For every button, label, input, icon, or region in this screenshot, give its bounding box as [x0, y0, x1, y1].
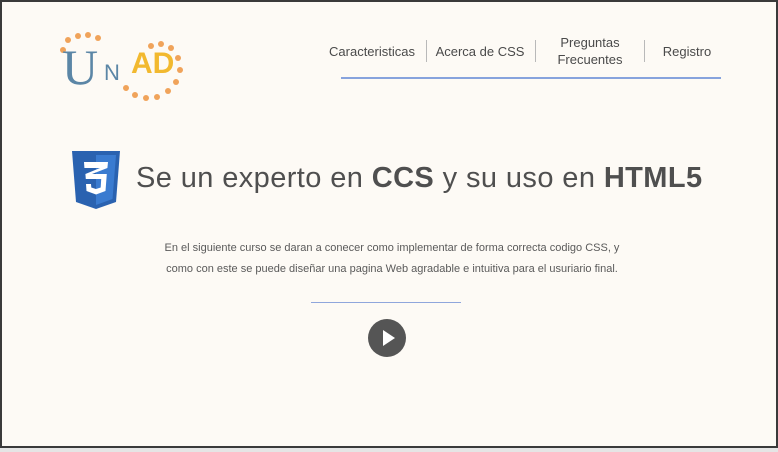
- hero-title-bold2: HTML5: [603, 162, 703, 194]
- main-nav: Caracteristicas Acerca de CSS Preguntas …: [322, 32, 722, 72]
- nav-separator: [535, 40, 536, 62]
- nav-underline: [341, 77, 721, 79]
- hero-title-part2: y su uso en: [434, 162, 604, 194]
- nav-separator: [426, 40, 427, 62]
- nav-link-preguntas-frecuentes[interactable]: Preguntas Frecuentes: [540, 32, 640, 70]
- nav-link-label: Registro: [662, 43, 712, 59]
- play-icon: [383, 330, 395, 346]
- hero-title: Se un experto en CCS y su uso en HTML5: [136, 162, 703, 195]
- nav-link-acerca-de-css[interactable]: Acerca de CSS: [430, 32, 530, 70]
- bottom-bar: [0, 448, 778, 452]
- section-divider: [311, 302, 461, 303]
- logo-letters-ad: AD: [131, 47, 175, 80]
- description: En el siguiente curso se daran a conecer…: [152, 238, 632, 280]
- nav-link-registro[interactable]: Registro: [652, 32, 722, 70]
- nav-link-label-line2: Frecuentes: [557, 52, 623, 67]
- nav-link-caracteristicas[interactable]: Caracteristicas: [322, 32, 422, 70]
- play-video-button[interactable]: [368, 319, 406, 357]
- hero-title-part1: Se un experto en: [136, 162, 372, 194]
- nav-link-label: Caracteristicas: [329, 43, 415, 59]
- nav-link-label: Acerca de CSS: [435, 43, 525, 59]
- page-frame: U N AD Caracteristicas Acerca de CSS Pre…: [0, 0, 778, 448]
- unad-logo[interactable]: U N AD: [58, 32, 188, 104]
- logo-letter-n: N: [104, 60, 120, 85]
- nav-separator: [644, 40, 645, 62]
- description-line-2: como con este se puede diseñar una pagin…: [166, 263, 618, 275]
- logo-letter-u: U: [62, 39, 99, 95]
- hero: Se un experto en CCS y su uso en HTML5: [70, 150, 730, 214]
- nav-link-label-line1: Preguntas: [560, 35, 620, 50]
- hero-title-bold1: CCS: [371, 162, 435, 194]
- css3-shield-icon: [72, 151, 120, 209]
- description-line-1: En el siguiente curso se daran a conecer…: [164, 242, 620, 254]
